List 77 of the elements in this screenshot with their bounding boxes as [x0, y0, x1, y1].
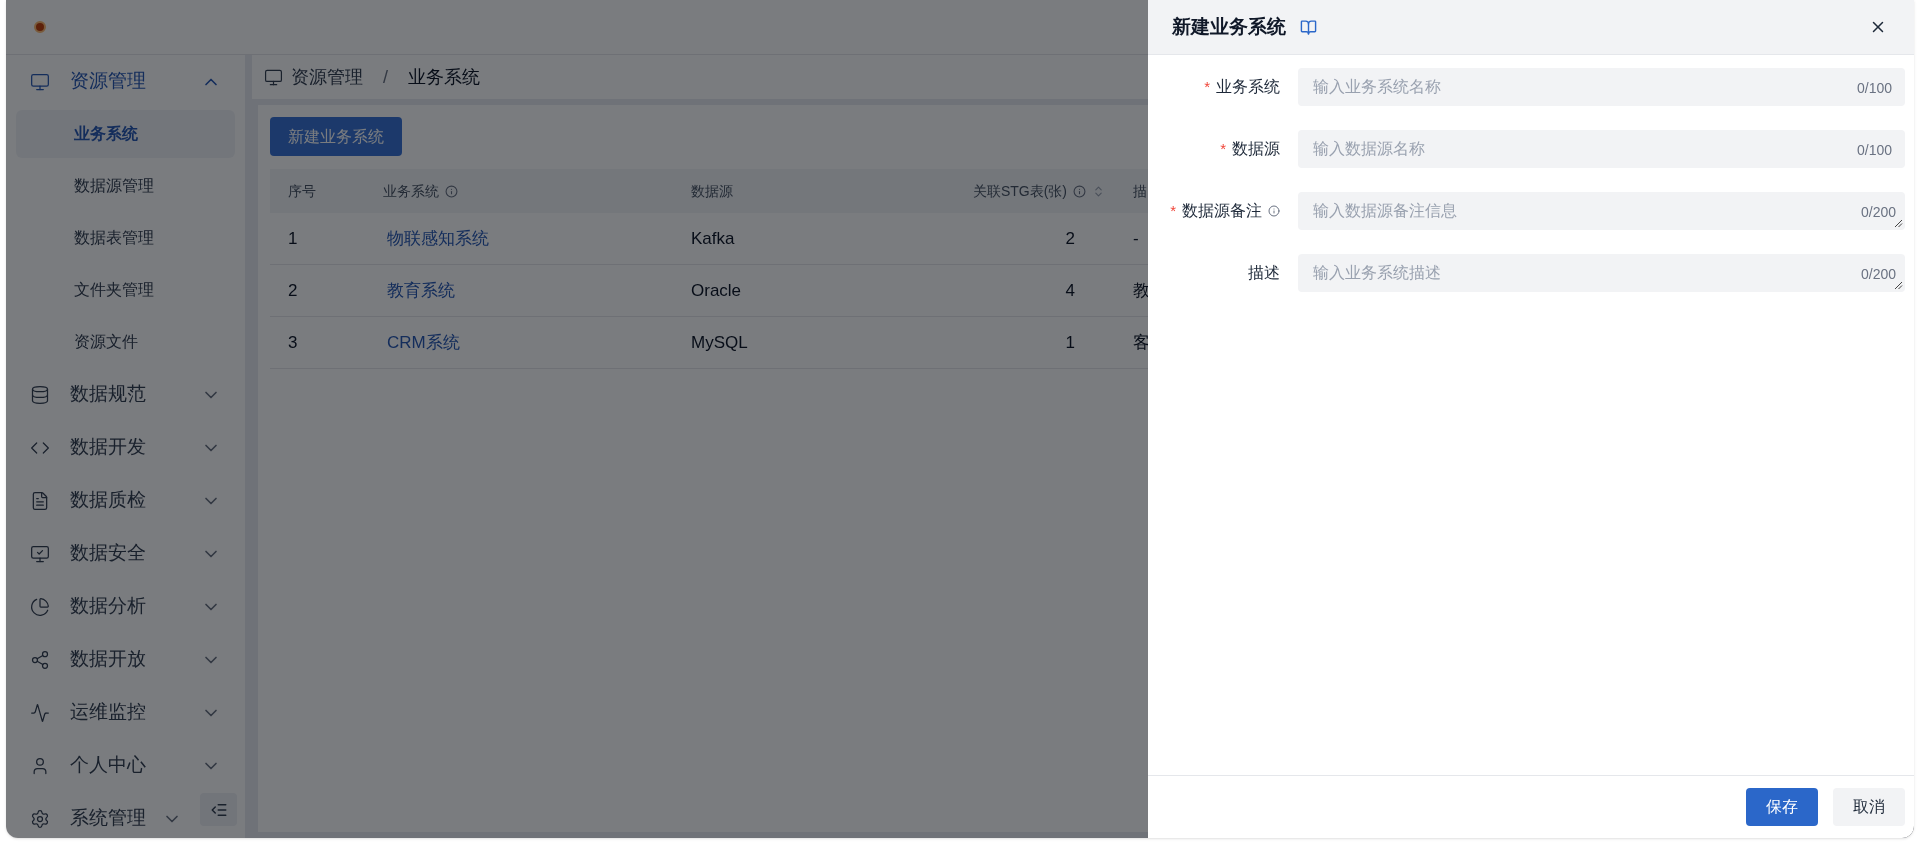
field-label: 数据源备注: [1182, 201, 1262, 221]
sidebar-item[interactable]: 系统管理: [6, 792, 186, 838]
system-link[interactable]: CRM系统: [387, 332, 460, 352]
column-header: 描: [1133, 181, 1147, 201]
column-header: 业务系统: [383, 181, 439, 201]
share-icon: [30, 649, 50, 670]
table-cell: 1: [288, 228, 298, 248]
field-label: 数据源: [1232, 139, 1280, 159]
save-button[interactable]: 保存: [1746, 788, 1818, 826]
character-counter: 0/200: [1860, 265, 1896, 284]
table-cell: MySQL: [691, 332, 748, 352]
table-cell: 3: [288, 332, 298, 352]
monitor-check-icon: [30, 543, 50, 564]
monitor-icon: [264, 67, 283, 87]
table-cell: 客: [1133, 332, 1150, 352]
sidebar-item[interactable]: 数据规范: [6, 368, 245, 421]
document-icon: [30, 490, 50, 511]
required-mark: *: [1220, 138, 1226, 159]
submenu-item[interactable]: 业务系统: [16, 110, 235, 158]
character-counter: 0/200: [1860, 203, 1896, 222]
table-cell: 2: [288, 280, 298, 300]
breadcrumb-item[interactable]: 资源管理: [291, 63, 363, 91]
table-cell: 4: [1065, 280, 1075, 300]
sidebar-item-label: 数据质检: [70, 488, 147, 513]
column-header: 数据源: [691, 181, 733, 201]
sidebar-item-label: 数据规范: [70, 382, 147, 407]
sidebar-item[interactable]: 数据开放: [6, 633, 245, 686]
new-system-button[interactable]: 新建业务系统: [270, 117, 402, 156]
required-mark: *: [1170, 200, 1176, 221]
submenu-item[interactable]: 资源文件: [16, 318, 235, 366]
drawer-title: 新建业务系统: [1172, 14, 1286, 39]
table-cell: 1: [1065, 332, 1075, 352]
sidebar-item-label: 数据分析: [70, 594, 147, 619]
character-counter: 0/100: [1856, 141, 1892, 160]
logo-icon: [34, 21, 46, 33]
sidebar-item[interactable]: 运维监控: [6, 686, 245, 739]
breadcrumb-separator: /: [383, 65, 388, 89]
sidebar-item[interactable]: 资源管理: [6, 55, 245, 108]
sidebar-item-label: 数据开发: [70, 435, 147, 460]
book-icon[interactable]: [1300, 18, 1317, 36]
cancel-button[interactable]: 取消: [1833, 788, 1905, 826]
submenu-item[interactable]: 数据表管理: [16, 214, 235, 262]
resize-handle-icon[interactable]: [1894, 219, 1903, 228]
table-cell: 教: [1133, 280, 1150, 300]
sidebar-item-label: 资源管理: [70, 69, 147, 94]
table-cell: 2: [1065, 228, 1075, 248]
column-header: 关联STG表(张): [972, 181, 1067, 201]
collapse-sidebar-button[interactable]: [200, 793, 237, 826]
character-counter: 0/100: [1856, 79, 1892, 98]
required-mark: *: [1204, 76, 1210, 97]
breadcrumb-item: 业务系统: [408, 65, 480, 89]
sidebar-item-label: 系统管理: [70, 806, 147, 831]
column-header: 序号: [288, 181, 316, 201]
sidebar-item[interactable]: 个人中心: [6, 739, 245, 792]
sidebar-item[interactable]: 数据质检: [6, 474, 245, 527]
system-link[interactable]: 教育系统: [387, 280, 455, 300]
pie-chart-icon: [30, 596, 50, 617]
sidebar-item[interactable]: 数据分析: [6, 580, 245, 633]
sidebar-item-label: 数据安全: [70, 541, 147, 566]
database-icon: [30, 384, 50, 405]
field-label: 业务系统: [1216, 77, 1280, 97]
submenu-item[interactable]: 数据源管理: [16, 162, 235, 210]
table-cell: -: [1133, 228, 1139, 248]
sidebar-item-label: 数据开放: [70, 647, 147, 672]
system-link[interactable]: 物联感知系统: [387, 228, 489, 248]
sidebar-item[interactable]: 数据安全: [6, 527, 245, 580]
resize-handle-icon[interactable]: [1894, 281, 1903, 290]
table-cell: Kafka: [691, 228, 735, 248]
sidebar-item-label: 运维监控: [70, 700, 147, 725]
sidebar-item-label: 个人中心: [70, 753, 147, 778]
field-label: 描述: [1248, 263, 1280, 283]
settings-icon: [30, 808, 50, 829]
monitor-icon: [30, 71, 50, 92]
activity-icon: [30, 702, 50, 723]
table-cell: Oracle: [691, 280, 742, 300]
submenu-item[interactable]: 文件夹管理: [16, 266, 235, 314]
sidebar-item[interactable]: 数据开发: [6, 421, 245, 474]
